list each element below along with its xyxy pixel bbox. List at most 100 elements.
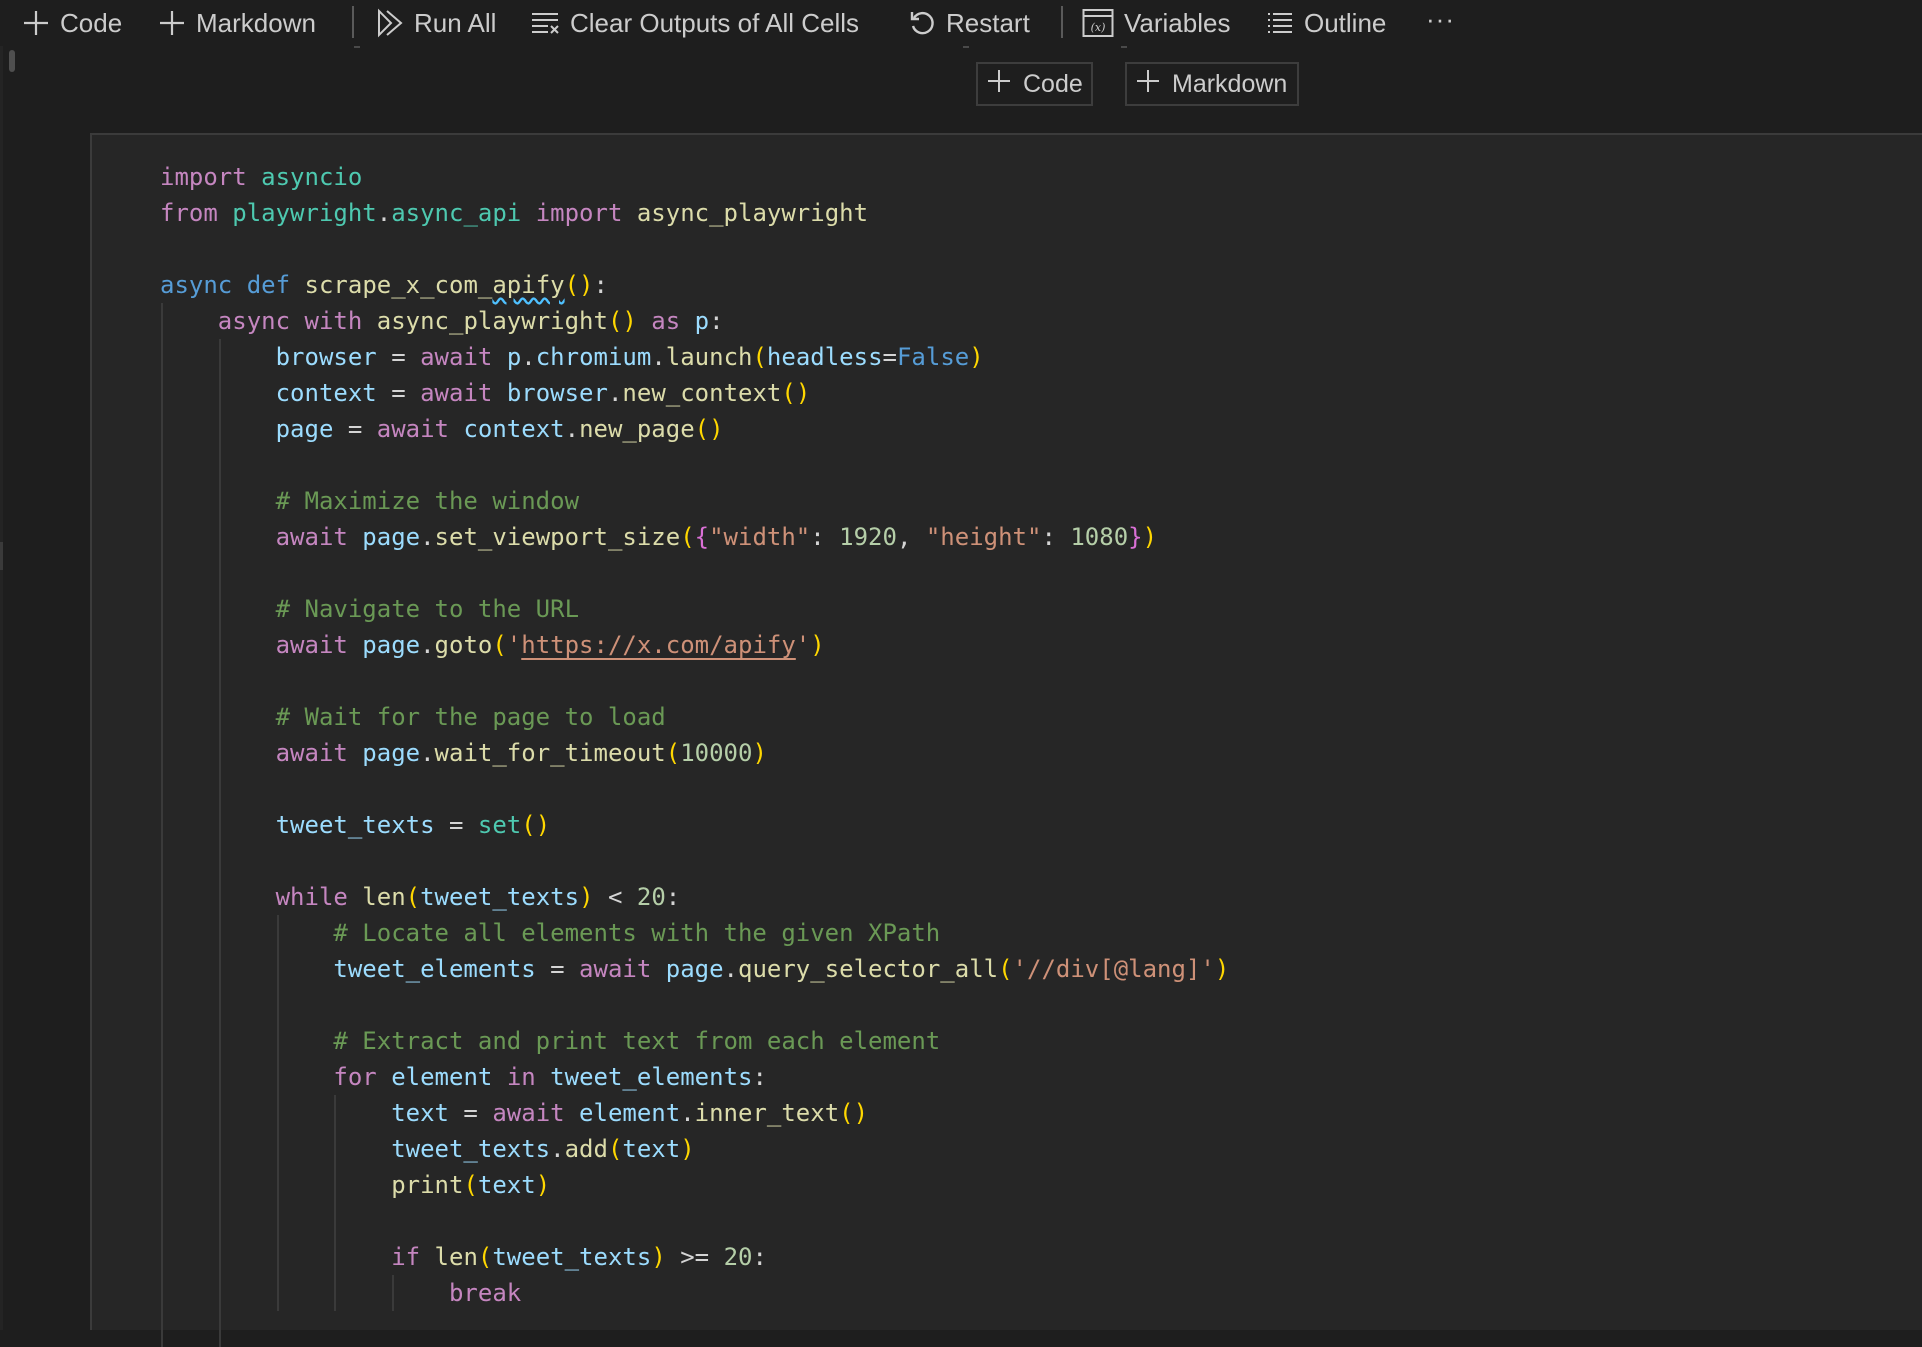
code-token: # Navigate to the URL bbox=[275, 595, 580, 623]
code-token: ( bbox=[477, 1243, 493, 1271]
code-token: tweet_texts bbox=[492, 1243, 652, 1271]
code-line[interactable]: page = await context.new_page() bbox=[160, 411, 1229, 447]
indent-guide bbox=[218, 1059, 221, 1095]
run-all-button[interactable]: Run All bbox=[376, 4, 496, 42]
code-line[interactable]: # Locate all elements with the given XPa… bbox=[160, 915, 1229, 951]
code-line[interactable] bbox=[160, 843, 1229, 879]
code-line[interactable]: tweet_texts.add(text) bbox=[160, 1131, 1229, 1167]
code-token: ( bbox=[665, 739, 681, 767]
code-line[interactable] bbox=[160, 231, 1229, 267]
code-line[interactable] bbox=[160, 447, 1229, 483]
code-token: p bbox=[506, 343, 522, 371]
code-line[interactable]: async def scrape_x_com_apify(): bbox=[160, 267, 1229, 303]
code-token: False bbox=[896, 343, 970, 371]
code-line[interactable]: import asyncio bbox=[160, 159, 1229, 195]
add-markdown-label: Markdown bbox=[196, 7, 316, 38]
code-token: while bbox=[275, 883, 348, 911]
code-line[interactable] bbox=[160, 987, 1229, 1023]
insert-markdown-cell-button[interactable]: Markdown bbox=[1125, 62, 1299, 106]
code-line[interactable]: from playwright.async_api import async_p… bbox=[160, 195, 1229, 231]
code-line[interactable]: while len(tweet_texts) < 20: bbox=[160, 879, 1229, 915]
indent-guide bbox=[161, 735, 163, 771]
code-line[interactable]: tweet_elements = await page.query_select… bbox=[160, 951, 1229, 987]
indent-guide bbox=[161, 771, 163, 807]
code-token: ( bbox=[998, 955, 1013, 983]
code-cell[interactable]: import asyncio from playwright.async_api … bbox=[90, 133, 1922, 1347]
code-token: 20 bbox=[723, 1243, 753, 1271]
indent-guide bbox=[161, 555, 163, 591]
more-actions-button[interactable]: ··· bbox=[1426, 0, 1455, 38]
outline-list-icon bbox=[1266, 10, 1294, 36]
code-editor[interactable]: import asyncio from playwright.async_api … bbox=[160, 159, 1229, 1347]
code-token: : bbox=[752, 1063, 767, 1091]
indent-guide bbox=[334, 1239, 337, 1275]
code-token: ) bbox=[810, 631, 825, 659]
indent-guide bbox=[161, 1059, 163, 1095]
code-token: page bbox=[362, 523, 421, 551]
indent-guide bbox=[218, 699, 221, 735]
code-line[interactable]: if len(tweet_texts) >= 20: bbox=[160, 1239, 1229, 1275]
restart-button[interactable]: Restart bbox=[908, 4, 1030, 42]
add-markdown-cell-button[interactable]: Markdown bbox=[158, 4, 316, 42]
editor-left-rail bbox=[0, 46, 3, 1330]
code-line[interactable] bbox=[160, 555, 1229, 591]
code-line[interactable]: await page.goto('https://x.com/apify') bbox=[160, 627, 1229, 663]
code-token: ( bbox=[607, 1135, 623, 1163]
code-line[interactable]: text = await element.inner_text() bbox=[160, 1095, 1229, 1131]
plus-icon bbox=[987, 69, 1011, 100]
code-token: tweet_texts bbox=[391, 1135, 551, 1163]
code-token: len bbox=[362, 883, 406, 911]
code-token: apify bbox=[492, 271, 565, 299]
code-line[interactable] bbox=[160, 663, 1229, 699]
code-token: 20 bbox=[636, 883, 666, 911]
indent-guide bbox=[334, 1095, 337, 1131]
code-token: : bbox=[752, 1243, 767, 1271]
variables-button[interactable]: (x) Variables bbox=[1082, 4, 1230, 42]
code-line[interactable]: async with async_playwright() as p: bbox=[160, 303, 1229, 339]
code-token: = bbox=[448, 1099, 493, 1127]
indent-guide bbox=[218, 951, 221, 987]
indent-guide bbox=[276, 1203, 279, 1239]
clear-outputs-button[interactable]: Clear Outputs of All Cells bbox=[530, 4, 859, 42]
code-line[interactable]: for element in tweet_elements: bbox=[160, 1059, 1229, 1095]
code-line[interactable]: # Navigate to the URL bbox=[160, 591, 1229, 627]
code-line[interactable] bbox=[160, 1203, 1229, 1239]
indent-guide bbox=[276, 987, 279, 1023]
code-line[interactable]: tweet_texts = set() bbox=[160, 807, 1229, 843]
code-line[interactable]: await page.set_viewport_size({"width": 1… bbox=[160, 519, 1229, 555]
code-line[interactable]: # Wait for the page to load bbox=[160, 699, 1229, 735]
code-token: ) bbox=[535, 1171, 551, 1199]
code-token: { bbox=[694, 523, 710, 551]
indent-guide bbox=[161, 1095, 163, 1131]
add-code-cell-button[interactable]: Code bbox=[22, 4, 122, 42]
indent-guide bbox=[161, 699, 163, 735]
outline-button[interactable]: Outline bbox=[1266, 4, 1386, 42]
code-line[interactable] bbox=[160, 1311, 1229, 1347]
insert-code-cell-button[interactable]: Code bbox=[976, 62, 1093, 106]
code-line[interactable]: context = await browser.new_context() bbox=[160, 375, 1229, 411]
code-token: len bbox=[434, 1243, 478, 1271]
code-line[interactable]: print(text) bbox=[160, 1167, 1229, 1203]
code-line[interactable] bbox=[160, 771, 1229, 807]
code-line[interactable]: # Maximize the window bbox=[160, 483, 1229, 519]
indent-guide bbox=[276, 1167, 279, 1203]
cell-scroll-handle[interactable] bbox=[9, 50, 15, 72]
code-line[interactable]: break bbox=[160, 1275, 1229, 1311]
code-line[interactable]: await page.wait_for_timeout(10000) bbox=[160, 735, 1229, 771]
code-token: () bbox=[781, 379, 811, 407]
indent-guide bbox=[161, 1203, 163, 1239]
indent-guide bbox=[276, 1095, 279, 1131]
indent-guide bbox=[276, 1023, 279, 1059]
code-token: tweet_texts bbox=[420, 883, 580, 911]
code-line[interactable]: browser = await p.chromium.launch(headle… bbox=[160, 339, 1229, 375]
code-line[interactable]: # Extract and print text from each eleme… bbox=[160, 1023, 1229, 1059]
